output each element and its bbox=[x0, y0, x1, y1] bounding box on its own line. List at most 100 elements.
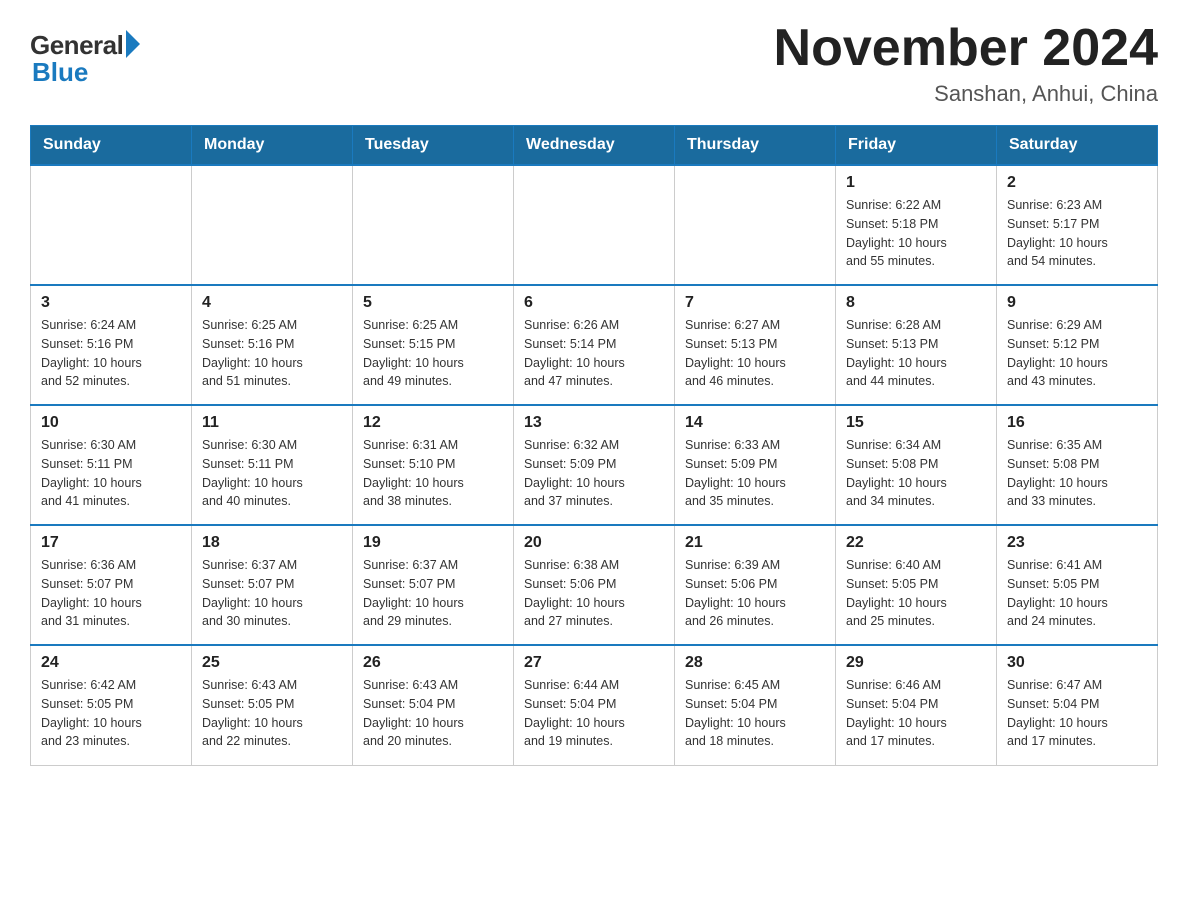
day-info: Sunrise: 6:22 AM Sunset: 5:18 PM Dayligh… bbox=[846, 198, 947, 268]
day-number: 28 bbox=[685, 654, 825, 672]
day-number: 17 bbox=[41, 534, 181, 552]
day-info: Sunrise: 6:38 AM Sunset: 5:06 PM Dayligh… bbox=[524, 558, 625, 628]
table-row bbox=[514, 165, 675, 285]
day-info: Sunrise: 6:42 AM Sunset: 5:05 PM Dayligh… bbox=[41, 678, 142, 748]
day-info: Sunrise: 6:46 AM Sunset: 5:04 PM Dayligh… bbox=[846, 678, 947, 748]
day-number: 22 bbox=[846, 534, 986, 552]
day-info: Sunrise: 6:27 AM Sunset: 5:13 PM Dayligh… bbox=[685, 318, 786, 388]
day-info: Sunrise: 6:43 AM Sunset: 5:04 PM Dayligh… bbox=[363, 678, 464, 748]
table-row: 16 Sunrise: 6:35 AM Sunset: 5:08 PM Dayli… bbox=[997, 405, 1158, 525]
day-info: Sunrise: 6:37 AM Sunset: 5:07 PM Dayligh… bbox=[363, 558, 464, 628]
day-info: Sunrise: 6:47 AM Sunset: 5:04 PM Dayligh… bbox=[1007, 678, 1108, 748]
calendar-table: Sunday Monday Tuesday Wednesday Thursday… bbox=[30, 125, 1158, 766]
table-row: 3 Sunrise: 6:24 AM Sunset: 5:16 PM Daylig… bbox=[31, 285, 192, 405]
day-info: Sunrise: 6:29 AM Sunset: 5:12 PM Dayligh… bbox=[1007, 318, 1108, 388]
day-number: 29 bbox=[846, 654, 986, 672]
page-title: November 2024 bbox=[774, 20, 1158, 77]
day-info: Sunrise: 6:45 AM Sunset: 5:04 PM Dayligh… bbox=[685, 678, 786, 748]
day-number: 2 bbox=[1007, 174, 1147, 192]
day-info: Sunrise: 6:32 AM Sunset: 5:09 PM Dayligh… bbox=[524, 438, 625, 508]
table-row: 13 Sunrise: 6:32 AM Sunset: 5:09 PM Dayli… bbox=[514, 405, 675, 525]
day-info: Sunrise: 6:37 AM Sunset: 5:07 PM Dayligh… bbox=[202, 558, 303, 628]
day-number: 27 bbox=[524, 654, 664, 672]
table-row: 7Sunrise: 6:27 AM Sunset: 5:13 PM Daylig… bbox=[675, 285, 836, 405]
col-tuesday: Tuesday bbox=[353, 126, 514, 166]
table-row: 29 Sunrise: 6:46 AM Sunset: 5:04 PM Dayli… bbox=[836, 645, 997, 765]
day-info: Sunrise: 6:25 AM Sunset: 5:15 PM Dayligh… bbox=[363, 318, 464, 388]
table-row: 12Sunrise: 6:31 AM Sunset: 5:10 PM Dayli… bbox=[353, 405, 514, 525]
logo-arrow-icon bbox=[126, 30, 140, 58]
col-saturday: Saturday bbox=[997, 126, 1158, 166]
table-row bbox=[353, 165, 514, 285]
day-number: 25 bbox=[202, 654, 342, 672]
col-friday: Friday bbox=[836, 126, 997, 166]
table-row: 30 Sunrise: 6:47 AM Sunset: 5:04 PM Dayli… bbox=[997, 645, 1158, 765]
calendar-header-row: Sunday Monday Tuesday Wednesday Thursday… bbox=[31, 126, 1158, 166]
table-row bbox=[31, 165, 192, 285]
day-info: Sunrise: 6:40 AM Sunset: 5:05 PM Dayligh… bbox=[846, 558, 947, 628]
day-number: 10 bbox=[41, 414, 181, 432]
table-row: 28 Sunrise: 6:45 AM Sunset: 5:04 PM Dayli… bbox=[675, 645, 836, 765]
table-row: 17 Sunrise: 6:36 AM Sunset: 5:07 PM Dayli… bbox=[31, 525, 192, 645]
calendar-week-row: 1Sunrise: 6:22 AM Sunset: 5:18 PM Daylig… bbox=[31, 165, 1158, 285]
day-info: Sunrise: 6:25 AM Sunset: 5:16 PM Dayligh… bbox=[202, 318, 303, 388]
table-row: 22 Sunrise: 6:40 AM Sunset: 5:05 PM Dayli… bbox=[836, 525, 997, 645]
day-info: Sunrise: 6:34 AM Sunset: 5:08 PM Dayligh… bbox=[846, 438, 947, 508]
col-monday: Monday bbox=[192, 126, 353, 166]
table-row: 19 Sunrise: 6:37 AM Sunset: 5:07 PM Dayli… bbox=[353, 525, 514, 645]
day-info: Sunrise: 6:35 AM Sunset: 5:08 PM Dayligh… bbox=[1007, 438, 1108, 508]
day-info: Sunrise: 6:33 AM Sunset: 5:09 PM Dayligh… bbox=[685, 438, 786, 508]
table-row: 6Sunrise: 6:26 AM Sunset: 5:14 PM Daylig… bbox=[514, 285, 675, 405]
table-row: 26 Sunrise: 6:43 AM Sunset: 5:04 PM Dayli… bbox=[353, 645, 514, 765]
calendar-week-row: 24 Sunrise: 6:42 AM Sunset: 5:05 PM Dayli… bbox=[31, 645, 1158, 765]
table-row: 5 Sunrise: 6:25 AM Sunset: 5:15 PM Daylig… bbox=[353, 285, 514, 405]
title-area: November 2024 Sanshan, Anhui, China bbox=[774, 20, 1158, 107]
day-number: 3 bbox=[41, 294, 181, 312]
day-info: Sunrise: 6:41 AM Sunset: 5:05 PM Dayligh… bbox=[1007, 558, 1108, 628]
day-number: 15 bbox=[846, 414, 986, 432]
table-row: 15 Sunrise: 6:34 AM Sunset: 5:08 PM Dayli… bbox=[836, 405, 997, 525]
table-row: 18 Sunrise: 6:37 AM Sunset: 5:07 PM Dayli… bbox=[192, 525, 353, 645]
day-number: 12 bbox=[363, 414, 503, 432]
day-info: Sunrise: 6:36 AM Sunset: 5:07 PM Dayligh… bbox=[41, 558, 142, 628]
table-row: 8Sunrise: 6:28 AM Sunset: 5:13 PM Daylig… bbox=[836, 285, 997, 405]
table-row: 11 Sunrise: 6:30 AM Sunset: 5:11 PM Dayli… bbox=[192, 405, 353, 525]
day-number: 5 bbox=[363, 294, 503, 312]
calendar-week-row: 17 Sunrise: 6:36 AM Sunset: 5:07 PM Dayli… bbox=[31, 525, 1158, 645]
day-number: 13 bbox=[524, 414, 664, 432]
logo: General Blue bbox=[30, 30, 140, 88]
table-row: 2 Sunrise: 6:23 AM Sunset: 5:17 PM Daylig… bbox=[997, 165, 1158, 285]
day-number: 11 bbox=[202, 414, 342, 432]
calendar-week-row: 3 Sunrise: 6:24 AM Sunset: 5:16 PM Daylig… bbox=[31, 285, 1158, 405]
day-info: Sunrise: 6:44 AM Sunset: 5:04 PM Dayligh… bbox=[524, 678, 625, 748]
day-number: 4 bbox=[202, 294, 342, 312]
day-number: 24 bbox=[41, 654, 181, 672]
location-subtitle: Sanshan, Anhui, China bbox=[774, 81, 1158, 107]
day-number: 20 bbox=[524, 534, 664, 552]
table-row bbox=[675, 165, 836, 285]
table-row: 23Sunrise: 6:41 AM Sunset: 5:05 PM Dayli… bbox=[997, 525, 1158, 645]
table-row: 21 Sunrise: 6:39 AM Sunset: 5:06 PM Dayli… bbox=[675, 525, 836, 645]
day-info: Sunrise: 6:39 AM Sunset: 5:06 PM Dayligh… bbox=[685, 558, 786, 628]
table-row: 10 Sunrise: 6:30 AM Sunset: 5:11 PM Dayli… bbox=[31, 405, 192, 525]
day-number: 19 bbox=[363, 534, 503, 552]
day-info: Sunrise: 6:28 AM Sunset: 5:13 PM Dayligh… bbox=[846, 318, 947, 388]
day-info: Sunrise: 6:26 AM Sunset: 5:14 PM Dayligh… bbox=[524, 318, 625, 388]
col-wednesday: Wednesday bbox=[514, 126, 675, 166]
logo-blue-text: Blue bbox=[32, 57, 140, 88]
table-row: 20 Sunrise: 6:38 AM Sunset: 5:06 PM Dayli… bbox=[514, 525, 675, 645]
day-number: 21 bbox=[685, 534, 825, 552]
day-info: Sunrise: 6:30 AM Sunset: 5:11 PM Dayligh… bbox=[41, 438, 142, 508]
day-number: 14 bbox=[685, 414, 825, 432]
day-info: Sunrise: 6:23 AM Sunset: 5:17 PM Dayligh… bbox=[1007, 198, 1108, 268]
table-row: 1Sunrise: 6:22 AM Sunset: 5:18 PM Daylig… bbox=[836, 165, 997, 285]
day-info: Sunrise: 6:30 AM Sunset: 5:11 PM Dayligh… bbox=[202, 438, 303, 508]
day-number: 9 bbox=[1007, 294, 1147, 312]
day-number: 16 bbox=[1007, 414, 1147, 432]
col-thursday: Thursday bbox=[675, 126, 836, 166]
day-number: 30 bbox=[1007, 654, 1147, 672]
day-number: 26 bbox=[363, 654, 503, 672]
day-number: 18 bbox=[202, 534, 342, 552]
day-info: Sunrise: 6:24 AM Sunset: 5:16 PM Dayligh… bbox=[41, 318, 142, 388]
calendar-week-row: 10 Sunrise: 6:30 AM Sunset: 5:11 PM Dayli… bbox=[31, 405, 1158, 525]
